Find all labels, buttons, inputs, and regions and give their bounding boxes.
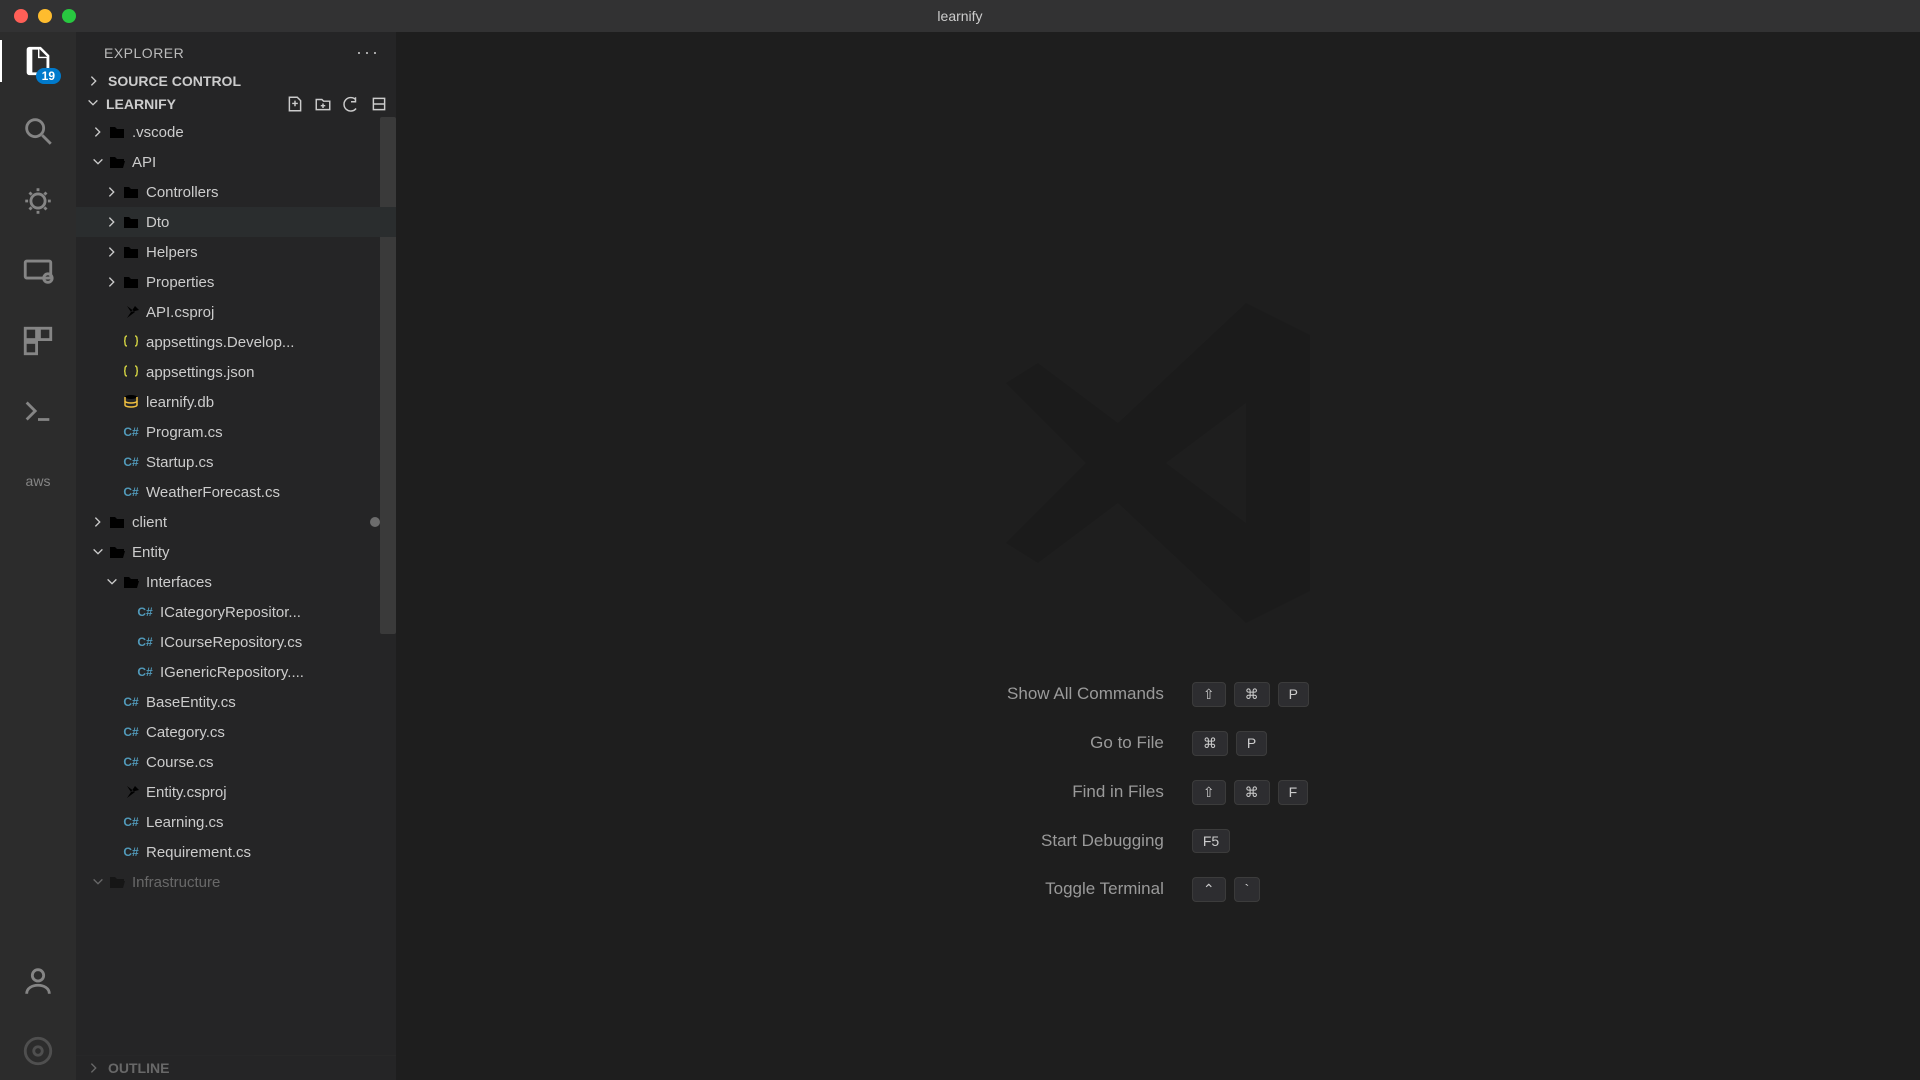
editor-area: Show All Commands ⇧ ⌘ P Go to File ⌘ P F… <box>396 32 1920 1080</box>
activity-explorer[interactable]: 19 <box>17 40 59 82</box>
activity-accounts[interactable] <box>17 960 59 1002</box>
close-window-button[interactable] <box>14 9 28 23</box>
project-label: LEARNIFY <box>106 96 176 112</box>
key: ` <box>1234 877 1261 902</box>
explorer-sidebar: EXPLORER ··· SOURCE CONTROL LEARNIFY <box>76 32 396 1080</box>
section-label: SOURCE CONTROL <box>108 73 241 89</box>
activity-terminal[interactable] <box>17 390 59 432</box>
tree-folder-api[interactable]: API <box>76 147 396 177</box>
csharp-icon: C# <box>123 755 138 769</box>
tree-folder-client[interactable]: client <box>76 507 396 537</box>
key: P <box>1236 731 1267 756</box>
csharp-icon: C# <box>123 845 138 859</box>
tree-file-appsettings[interactable]: appsettings.json <box>76 357 396 387</box>
key: ⌘ <box>1234 682 1270 707</box>
sidebar-title: EXPLORER <box>104 45 184 61</box>
key: ⌃ <box>1192 877 1226 902</box>
explorer-badge: 19 <box>36 68 61 84</box>
tree-file-icourse[interactable]: C# ICourseRepository.cs <box>76 627 396 657</box>
section-outline[interactable]: OUTLINE <box>76 1055 396 1080</box>
csharp-icon: C# <box>123 815 138 829</box>
tree-file-learning[interactable]: C# Learning.cs <box>76 807 396 837</box>
cmd-show-all-keys: ⇧ ⌘ P <box>1192 682 1309 707</box>
tree-file-icategory[interactable]: C# ICategoryRepositor... <box>76 597 396 627</box>
key: P <box>1278 682 1309 707</box>
cmd-goto-file-keys: ⌘ P <box>1192 731 1309 756</box>
tree-file-course[interactable]: C# Course.cs <box>76 747 396 777</box>
tree-file-learnify-db[interactable]: learnify.db <box>76 387 396 417</box>
section-label: OUTLINE <box>108 1060 169 1076</box>
activity-settings[interactable] <box>17 1030 59 1072</box>
key: F5 <box>1192 829 1230 853</box>
tree-folder-entity[interactable]: Entity <box>76 537 396 567</box>
tree-folder-dto[interactable]: Dto <box>76 207 396 237</box>
cmd-show-all-label: Show All Commands <box>1007 684 1164 704</box>
cmd-find-files-label: Find in Files <box>1007 782 1164 802</box>
tree-file-baseentity[interactable]: C# BaseEntity.cs <box>76 687 396 717</box>
tree-file-startup[interactable]: C# Startup.cs <box>76 447 396 477</box>
csharp-icon: C# <box>137 635 152 649</box>
key: F <box>1278 780 1309 805</box>
tree-folder-properties[interactable]: Properties <box>76 267 396 297</box>
csharp-icon: C# <box>137 605 152 619</box>
activity-search[interactable] <box>17 110 59 152</box>
csharp-icon: C# <box>123 425 138 439</box>
tree-file-api-csproj[interactable]: API.csproj <box>76 297 396 327</box>
modified-indicator <box>370 517 380 527</box>
cmd-toggle-term-label: Toggle Terminal <box>1007 879 1164 899</box>
key: ⌘ <box>1192 731 1228 756</box>
key: ⇧ <box>1192 682 1226 707</box>
window-controls <box>0 9 76 23</box>
csharp-icon: C# <box>123 455 138 469</box>
tree-folder-vscode[interactable]: .vscode <box>76 117 396 147</box>
csharp-icon: C# <box>123 485 138 499</box>
welcome-commands: Show All Commands ⇧ ⌘ P Go to File ⌘ P F… <box>1007 682 1309 902</box>
tree-scrollbar[interactable] <box>380 117 396 634</box>
refresh-button[interactable] <box>342 95 360 113</box>
activity-bar: 19 aws <box>0 32 76 1080</box>
tree-folder-interfaces[interactable]: Interfaces <box>76 567 396 597</box>
activity-extensions[interactable] <box>17 320 59 362</box>
csharp-icon: C# <box>123 725 138 739</box>
csharp-icon: C# <box>123 695 138 709</box>
tree-file-category[interactable]: C# Category.cs <box>76 717 396 747</box>
section-project[interactable]: LEARNIFY <box>76 93 396 115</box>
activity-debug-alt[interactable] <box>17 180 59 222</box>
tree-folder-infrastructure[interactable]: Infrastructure <box>76 867 396 897</box>
window-title: learnify <box>937 8 982 24</box>
tree-folder-controllers[interactable]: Controllers <box>76 177 396 207</box>
tree-folder-helpers[interactable]: Helpers <box>76 237 396 267</box>
tree-file-program[interactable]: C# Program.cs <box>76 417 396 447</box>
tree-file-weather[interactable]: C# WeatherForecast.cs <box>76 477 396 507</box>
new-folder-button[interactable] <box>314 95 332 113</box>
activity-aws[interactable]: aws <box>17 460 59 502</box>
cmd-toggle-term-keys: ⌃ ` <box>1192 877 1309 902</box>
new-file-button[interactable] <box>286 95 304 113</box>
minimize-window-button[interactable] <box>38 9 52 23</box>
tree-file-entity-csproj[interactable]: Entity.csproj <box>76 777 396 807</box>
section-source-control[interactable]: SOURCE CONTROL <box>76 69 396 93</box>
title-bar: learnify <box>0 0 1920 32</box>
activity-remote[interactable] <box>17 250 59 292</box>
cmd-start-debug-label: Start Debugging <box>1007 831 1164 851</box>
tree-file-requirement[interactable]: C# Requirement.cs <box>76 837 396 867</box>
key: ⇧ <box>1192 780 1226 805</box>
maximize-window-button[interactable] <box>62 9 76 23</box>
vscode-logo-watermark <box>958 263 1358 668</box>
tree-file-appsettings-dev[interactable]: appsettings.Develop... <box>76 327 396 357</box>
cmd-start-debug-keys: F5 <box>1192 829 1309 853</box>
sidebar-more-button[interactable]: ··· <box>356 42 380 63</box>
csharp-icon: C# <box>137 665 152 679</box>
cmd-goto-file-label: Go to File <box>1007 733 1164 753</box>
file-tree: .vscode API Controllers Dto Helpers <box>76 115 396 1055</box>
collapse-all-button[interactable] <box>370 95 388 113</box>
key: ⌘ <box>1234 780 1270 805</box>
tree-file-igeneric[interactable]: C# IGenericRepository.... <box>76 657 396 687</box>
cmd-find-files-keys: ⇧ ⌘ F <box>1192 780 1309 805</box>
